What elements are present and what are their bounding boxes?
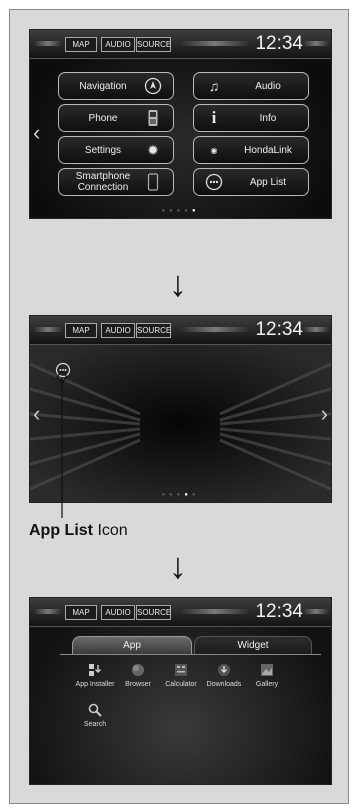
search-icon xyxy=(87,702,103,718)
bar-decoration xyxy=(303,609,329,614)
browser-label: Browser xyxy=(125,681,151,688)
calculator-label: Calculator xyxy=(165,681,197,688)
bar-decoration xyxy=(180,609,250,614)
gallery-label: Gallery xyxy=(255,681,279,688)
app-installer-label: App Installer xyxy=(75,681,115,688)
clock: 12:34 xyxy=(255,601,303,622)
callout-rest: Icon xyxy=(93,522,128,539)
app-installer-item[interactable]: App Installer xyxy=(73,662,117,689)
gallery-icon xyxy=(259,662,275,678)
source-button[interactable]: SOURCE xyxy=(136,605,171,620)
tab-widget[interactable]: Widget xyxy=(194,636,312,654)
calculator-item[interactable]: Calculator xyxy=(159,662,203,689)
audio-button[interactable]: AUDIO xyxy=(101,605,135,620)
tab-app[interactable]: App xyxy=(72,636,192,654)
top-bar: MAP AUDIO SOURCE 12:34 xyxy=(30,598,331,627)
download-icon xyxy=(216,662,232,678)
calculator-icon xyxy=(173,662,189,678)
search-label: Search xyxy=(83,721,107,728)
app-installer-icon xyxy=(87,662,103,678)
downloads-label: Downloads xyxy=(206,681,242,688)
globe-icon xyxy=(130,662,146,678)
search-item[interactable]: Search xyxy=(73,702,117,729)
bar-decoration xyxy=(34,609,62,614)
callout-label: App List Icon xyxy=(29,522,128,540)
tab-bar: App Widget xyxy=(72,636,312,654)
tab-divider xyxy=(60,654,321,655)
browser-item[interactable]: Browser xyxy=(116,662,160,689)
app-list-screen: MAP AUDIO SOURCE 12:34 App Widget App In… xyxy=(30,598,331,784)
gallery-item[interactable]: Gallery xyxy=(245,662,289,689)
down-arrow-icon: ↓ xyxy=(169,545,187,586)
downloads-item[interactable]: Downloads xyxy=(202,662,246,689)
map-button[interactable]: MAP xyxy=(65,605,97,620)
callout-bold: App List xyxy=(29,522,93,539)
